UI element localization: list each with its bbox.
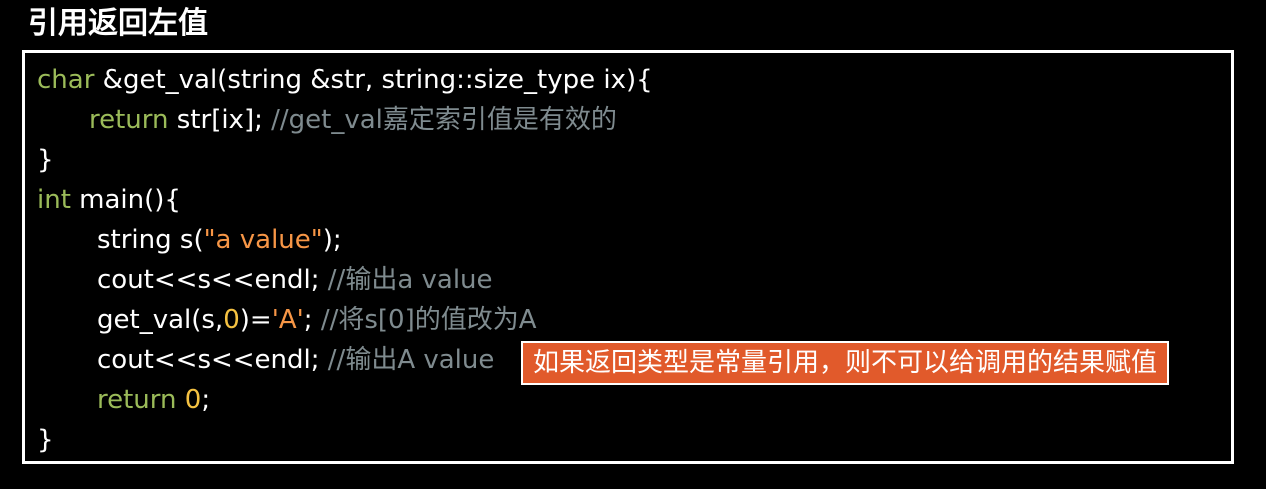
code-text: ; [201, 385, 211, 415]
code-text: str[ix]; [168, 105, 272, 135]
code-text: } [37, 425, 54, 455]
code-line-5: string s("a value"); [97, 220, 342, 260]
code-comment: //输出A value [327, 345, 495, 375]
callout-note: 如果返回类型是常量引用，则不可以给调用的结果赋值 [521, 341, 1170, 385]
code-line-10: } [37, 420, 54, 460]
code-text: cout<<s<<endl; [97, 345, 328, 375]
code-text: ); [322, 225, 342, 255]
code-line-2: return str[ix]; //get_val嘉定索引值是有效的 [89, 100, 617, 140]
slide-title: 引用返回左值 [28, 6, 208, 41]
string-literal: "a value" [203, 225, 323, 255]
code-text: cout<<s<<endl; [97, 265, 328, 295]
code-text: } [37, 145, 54, 175]
code-text: string s( [97, 225, 204, 255]
string-literal: 'A' [271, 305, 304, 335]
code-line-1: char &get_val(string &str, string::size_… [37, 60, 653, 100]
code-line-9: return 0; [97, 380, 210, 420]
code-text: get_val(s, [97, 305, 224, 335]
keyword: char [37, 65, 95, 95]
code-line-8: cout<<s<<endl; //输出A value [97, 340, 494, 380]
code-comment: //get_val嘉定索引值是有效的 [271, 105, 617, 135]
keyword: return [89, 105, 169, 135]
code-line-3: } [37, 140, 54, 180]
code-text: main(){ [70, 185, 181, 215]
code-text: &get_val(string &str, string::size_type … [94, 65, 653, 95]
code-comment: //将s[0]的值改为A [320, 305, 537, 335]
code-comment: //输出a value [327, 265, 493, 295]
code-line-7: get_val(s,0)='A'; //将s[0]的值改为A [97, 300, 537, 340]
code-line-6: cout<<s<<endl; //输出a value [97, 260, 493, 300]
number-literal: 0 [184, 385, 202, 415]
number-literal: 0 [223, 305, 240, 335]
code-text: )= [239, 305, 272, 335]
keyword: return [97, 385, 177, 415]
code-block: char &get_val(string &str, string::size_… [22, 50, 1234, 464]
code-text: ; [303, 305, 321, 335]
code-line-4: int main(){ [37, 180, 181, 220]
keyword: int [37, 185, 71, 215]
